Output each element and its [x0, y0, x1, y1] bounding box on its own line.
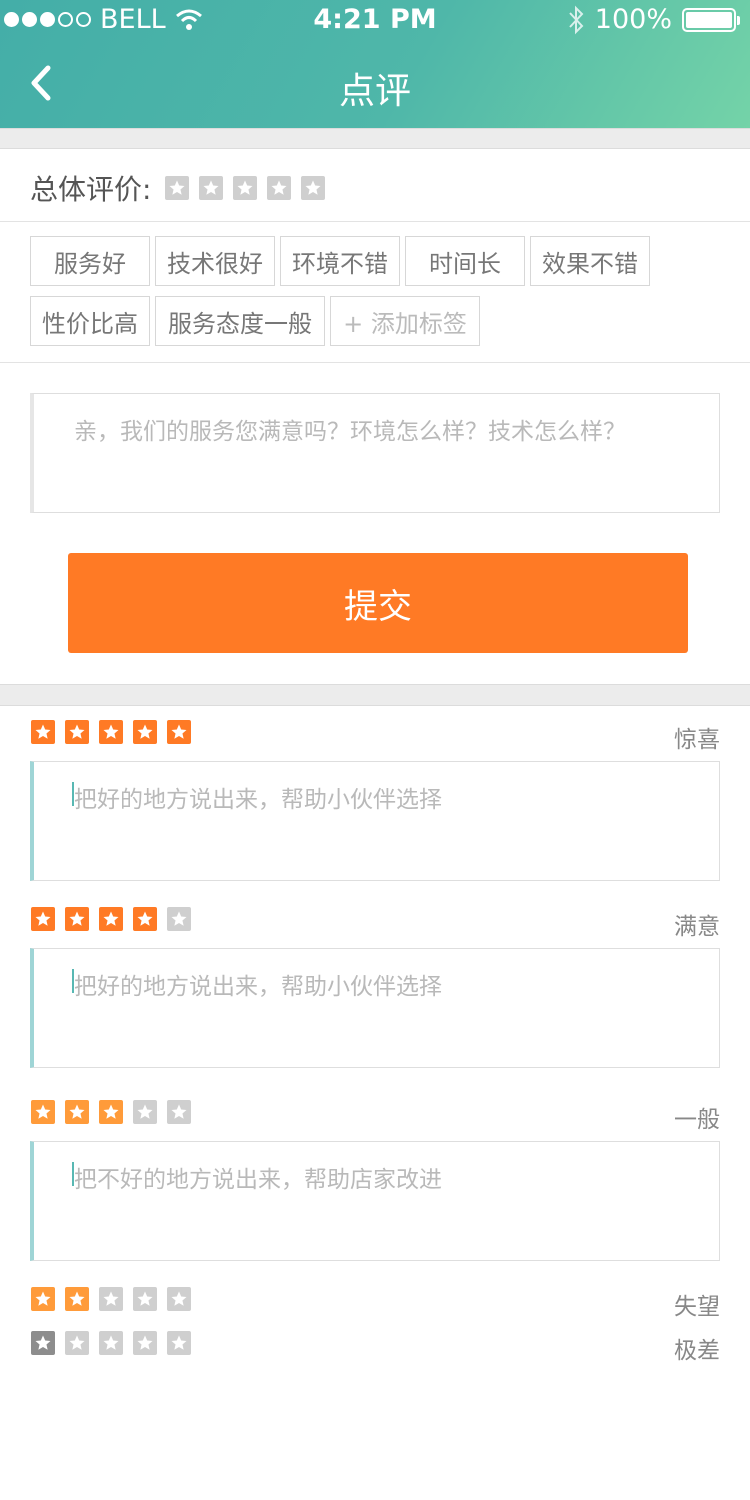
star-empty-icon[interactable]: [99, 1331, 123, 1355]
overall-star-picker[interactable]: [165, 176, 326, 200]
battery-icon: [682, 7, 740, 32]
star-filled-icon[interactable]: [99, 720, 123, 744]
rating-label-disappointed: 失望: [674, 1294, 720, 1320]
submit-button[interactable]: 提交: [68, 553, 688, 653]
star-empty-icon[interactable]: [165, 176, 190, 200]
rating-stars-5[interactable]: [31, 720, 191, 744]
star-empty-icon[interactable]: [233, 176, 258, 200]
star-filled-icon[interactable]: [167, 720, 191, 744]
rating-comment-placeholder: 把好的地方说出来，帮助小伙伴选择: [74, 787, 442, 813]
star-empty-icon[interactable]: [167, 1100, 191, 1124]
star-empty-icon[interactable]: [199, 176, 224, 200]
star-empty-icon[interactable]: [99, 1287, 123, 1311]
star-empty-icon[interactable]: [133, 1287, 157, 1311]
star-empty-icon[interactable]: [167, 1331, 191, 1355]
section-divider: [0, 128, 750, 149]
rating-stars-3[interactable]: [31, 1100, 191, 1124]
star-empty-icon[interactable]: [301, 176, 326, 200]
tag-service-good[interactable]: 服务好: [30, 236, 150, 286]
section-divider: [0, 684, 750, 706]
star-filled-icon[interactable]: [65, 1287, 89, 1311]
tag-effect-good[interactable]: 效果不错: [530, 236, 650, 286]
rating-label-satisfied: 满意: [674, 914, 720, 940]
divider-line: [0, 362, 750, 363]
star-empty-icon[interactable]: [65, 1331, 89, 1355]
tag-value-for-money[interactable]: 性价比高: [30, 296, 150, 346]
star-filled-icon[interactable]: [31, 1331, 55, 1355]
rating-stars-2[interactable]: [31, 1287, 191, 1311]
star-filled-icon[interactable]: [31, 907, 55, 931]
rating-comment-placeholder: 把好的地方说出来，帮助小伙伴选择: [74, 974, 442, 1000]
bluetooth-icon: [569, 5, 584, 34]
star-filled-icon[interactable]: [65, 1100, 89, 1124]
star-filled-icon[interactable]: [31, 720, 55, 744]
rating-label-average: 一般: [674, 1107, 720, 1133]
star-filled-icon[interactable]: [65, 720, 89, 744]
nav-header: BELL 4:21 PM 100% 点评: [0, 0, 750, 128]
star-empty-icon[interactable]: [167, 907, 191, 931]
star-filled-icon[interactable]: [99, 907, 123, 931]
rating-comment-box-3[interactable]: 把不好的地方说出来，帮助店家改进: [30, 1141, 720, 1261]
tag-long-duration[interactable]: 时间长: [405, 236, 525, 286]
comment-placeholder: 亲，我们的服务您满意吗？环境怎么样？技术怎么样？: [74, 419, 626, 445]
status-bar: BELL 4:21 PM 100%: [0, 0, 750, 40]
star-empty-icon[interactable]: [267, 176, 292, 200]
overall-rating: 总体评价:: [30, 168, 326, 208]
battery-percent: 100%: [594, 4, 672, 35]
rating-stars-1[interactable]: [31, 1331, 191, 1355]
star-filled-icon[interactable]: [133, 720, 157, 744]
add-tag-button[interactable]: + 添加标签: [330, 296, 480, 346]
star-empty-icon[interactable]: [133, 1331, 157, 1355]
star-empty-icon[interactable]: [167, 1287, 191, 1311]
tag-technique-good[interactable]: 技术很好: [155, 236, 275, 286]
comment-textarea[interactable]: 亲，我们的服务您满意吗？环境怎么样？技术怎么样？: [30, 393, 720, 513]
star-filled-icon[interactable]: [31, 1100, 55, 1124]
rating-stars-4[interactable]: [31, 907, 191, 931]
rating-label-surprised: 惊喜: [674, 727, 720, 753]
status-right: 100%: [567, 4, 740, 35]
star-filled-icon[interactable]: [31, 1287, 55, 1311]
rating-comment-box-5[interactable]: 把好的地方说出来，帮助小伙伴选择: [30, 761, 720, 881]
divider-line: [0, 221, 750, 222]
tag-service-attitude-average[interactable]: 服务态度一般: [155, 296, 325, 346]
star-empty-icon[interactable]: [133, 1100, 157, 1124]
rating-comment-box-4[interactable]: 把好的地方说出来，帮助小伙伴选择: [30, 948, 720, 1068]
star-filled-icon[interactable]: [133, 907, 157, 931]
overall-rating-label: 总体评价:: [30, 173, 152, 206]
rating-label-terrible: 极差: [674, 1338, 720, 1364]
rating-comment-placeholder: 把不好的地方说出来，帮助店家改进: [74, 1167, 442, 1193]
tag-environment-good[interactable]: 环境不错: [280, 236, 400, 286]
page-title: 点评: [338, 71, 411, 112]
star-filled-icon[interactable]: [65, 907, 89, 931]
star-filled-icon[interactable]: [99, 1100, 123, 1124]
